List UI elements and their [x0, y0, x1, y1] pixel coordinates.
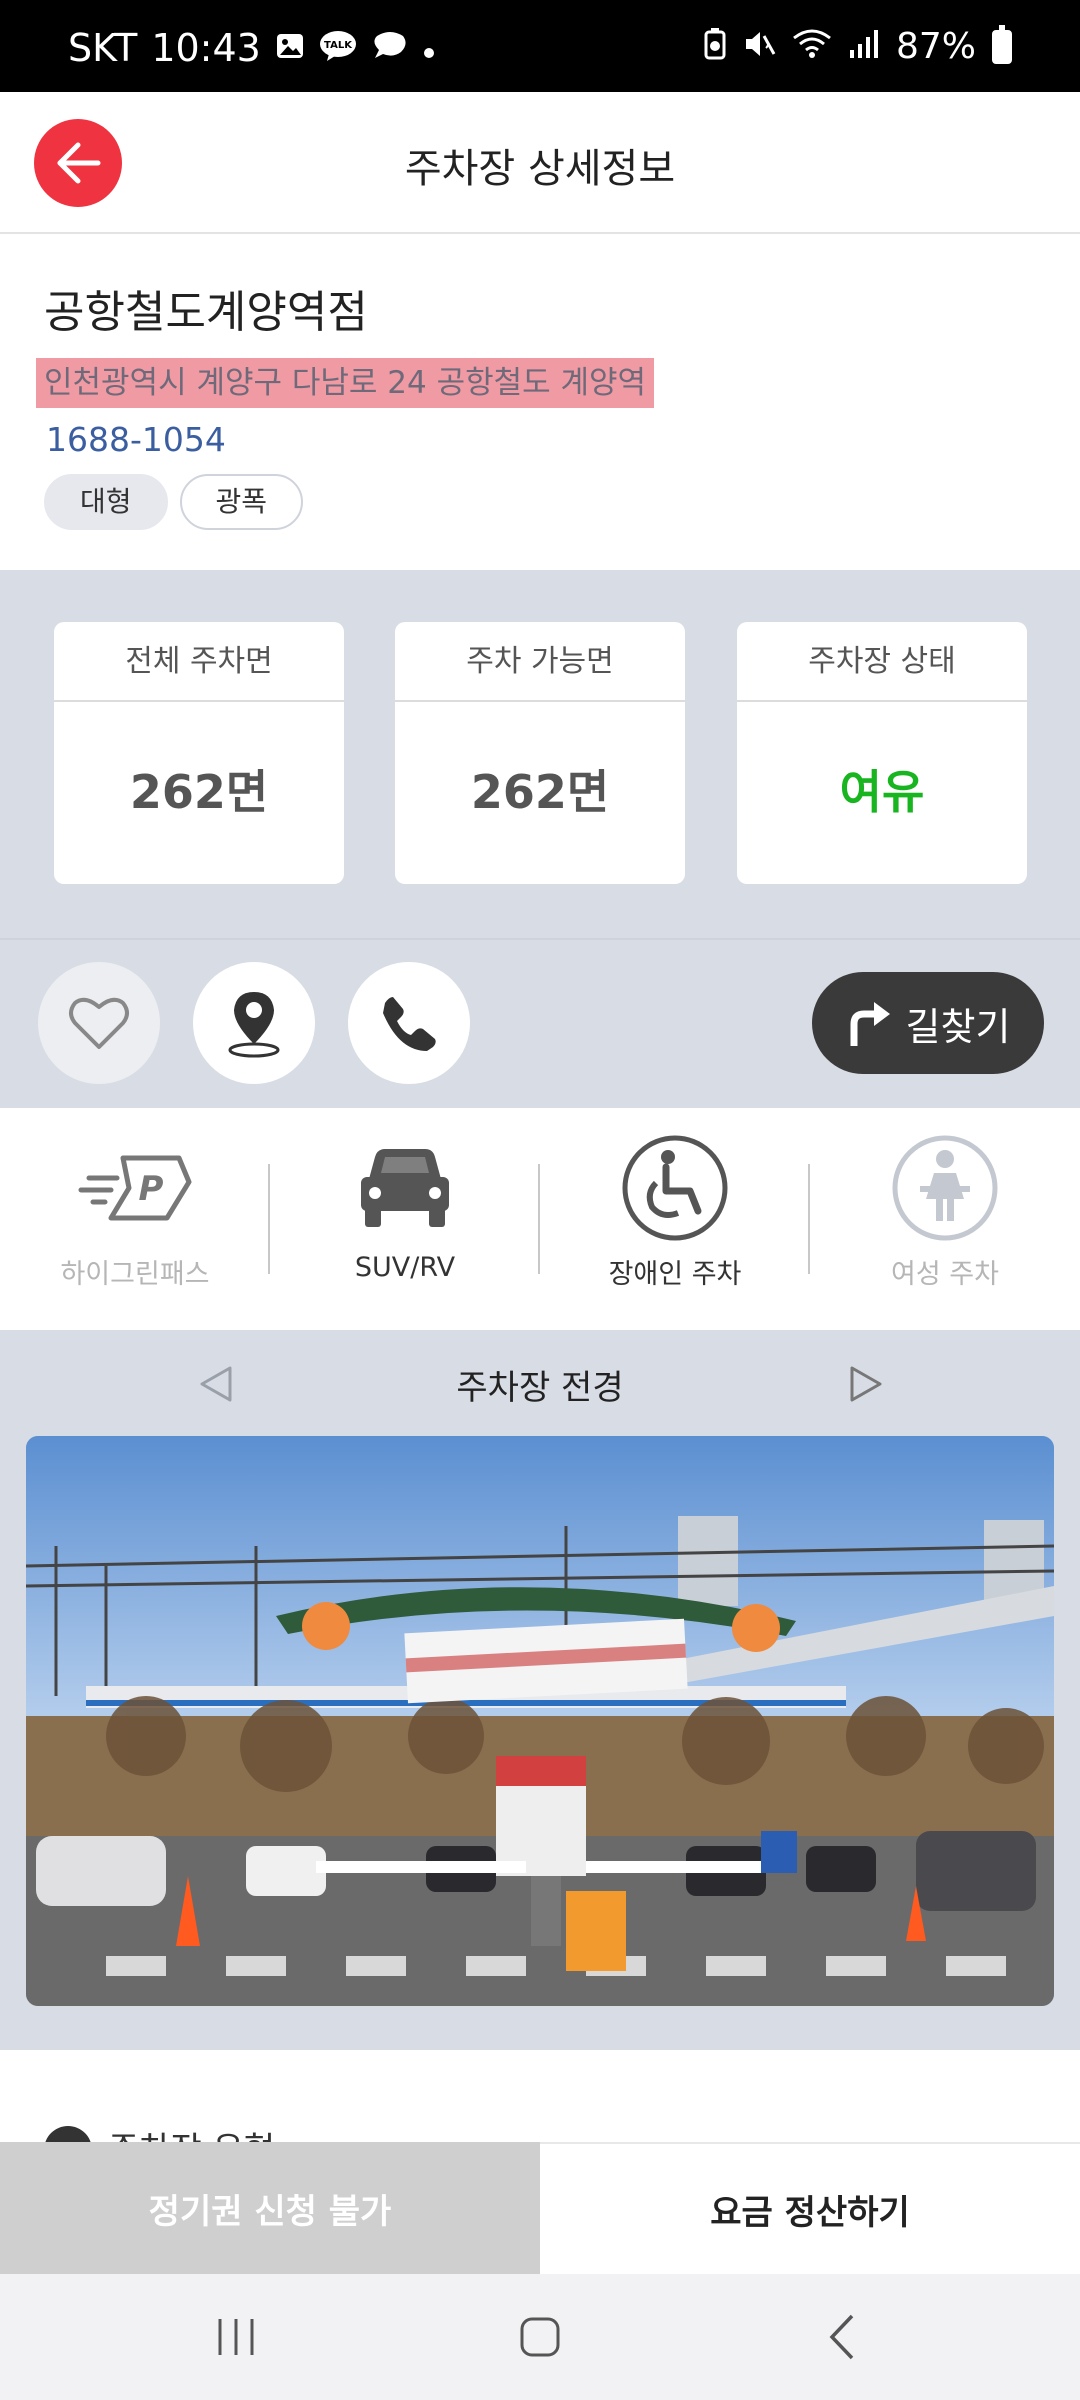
parking-name: 공항철도계양역점	[44, 287, 368, 338]
chat-icon	[371, 30, 409, 67]
phone-link[interactable]: 1688-1054	[46, 412, 226, 468]
clock: 10:43	[151, 26, 261, 70]
stat-value: 262면	[129, 765, 269, 819]
status-value: 여유	[839, 765, 925, 819]
stat-card-total: 전체 주차면 262면	[54, 622, 344, 884]
signal-icon	[848, 28, 880, 65]
stat-value: 262면	[470, 765, 610, 819]
car-icon	[270, 1128, 540, 1248]
feature-women-parking: 여성 주차	[810, 1128, 1080, 1318]
stat-label: 전체 주차면	[54, 622, 344, 702]
gallery-icon	[275, 31, 305, 66]
triangle-right-icon[interactable]	[846, 1364, 886, 1404]
status-bar: SKT 10:43 TALK 87%	[0, 0, 1080, 92]
turn-right-arrow-icon	[850, 1002, 890, 1046]
svg-text:P: P	[139, 1169, 164, 1209]
stat-card-status: 주차장 상태 여유	[737, 622, 1027, 884]
stat-card-available: 주차 가능면 262면	[395, 622, 685, 884]
status-bar-left: SKT 10:43 TALK	[68, 26, 435, 70]
tag-wide: 광폭	[179, 474, 304, 530]
parking-info: 공항철도계양역점 인천광역시 계양구 다남로 24 공항철도 계양역 1688-…	[0, 236, 1080, 570]
parking-address: 인천광역시 계양구 다남로 24 공항철도 계양역	[36, 358, 654, 408]
home-icon	[520, 2317, 560, 2357]
feature-suv-rv: SUV/RV	[270, 1128, 540, 1318]
feature-label: 여성 주차	[891, 1259, 999, 1290]
feature-label: 하이그린패스	[60, 1259, 210, 1290]
phone-icon	[383, 997, 436, 1051]
photo-section: 주차장 전경	[0, 1330, 1080, 2050]
dot-icon	[423, 32, 435, 64]
call-button[interactable]	[348, 962, 470, 1084]
battery-icon	[992, 24, 1012, 64]
feature-list: P 하이그린패스 SUV/RV 장애인 주차 여성 주차	[0, 1108, 1080, 1330]
stats-section: 전체 주차면 262면 주차 가능면 262면 주차장 상태 여유	[0, 570, 1080, 938]
recent-apps-icon	[218, 2319, 254, 2355]
map-pin-icon	[228, 992, 280, 1058]
woman-icon	[810, 1128, 1080, 1248]
feature-label: 장애인 주차	[608, 1259, 742, 1290]
app-header: 주차장 상세정보	[0, 92, 1080, 234]
stat-label: 주차장 상태	[737, 622, 1027, 702]
parking-type-section: 주차장 유형	[0, 2050, 1080, 2174]
nav-back-icon	[829, 2314, 854, 2360]
svg-text:TALK: TALK	[324, 40, 353, 51]
wifi-icon	[792, 28, 832, 65]
pay-fee-button[interactable]: 요금 정산하기	[540, 2142, 1080, 2274]
hi-green-pass-icon: P	[0, 1128, 270, 1248]
battery-percent: 87%	[895, 26, 976, 67]
photo-section-title: 주차장 전경	[456, 1368, 624, 1408]
status-bar-right: 87%	[704, 24, 1012, 67]
feature-hi-green-pass: P 하이그린패스	[0, 1128, 270, 1318]
tag-large: 대형	[44, 474, 168, 530]
feature-label: SUV/RV	[354, 1252, 456, 1283]
recent-apps-button[interactable]	[206, 2312, 266, 2362]
mute-icon	[742, 28, 776, 65]
wheelchair-icon	[540, 1128, 810, 1248]
system-nav-bar	[0, 2274, 1080, 2400]
feature-disabled-parking: 장애인 주차	[540, 1128, 810, 1318]
heart-icon	[69, 997, 129, 1049]
carrier-label: SKT	[68, 26, 138, 70]
action-bar: 길찾기	[0, 938, 1080, 1108]
location-button[interactable]	[193, 962, 315, 1084]
route-button[interactable]: 길찾기	[812, 972, 1044, 1074]
bottom-action-bar: 정기권 신청 불가 요금 정산하기	[0, 2142, 1080, 2274]
route-label: 길찾기	[905, 1004, 1011, 1049]
parking-lot-photo[interactable]	[26, 1436, 1054, 2006]
stat-label: 주차 가능면	[395, 622, 685, 702]
favorite-button[interactable]	[38, 962, 160, 1084]
season-pass-button[interactable]: 정기권 신청 불가	[0, 2142, 540, 2274]
kakaotalk-icon: TALK	[319, 30, 357, 67]
battery-saver-icon	[704, 28, 726, 65]
page-title: 주차장 상세정보	[404, 146, 676, 192]
home-button[interactable]	[510, 2312, 570, 2362]
nav-back-button[interactable]	[812, 2312, 872, 2362]
tag-list: 대형 광폭	[44, 474, 304, 530]
